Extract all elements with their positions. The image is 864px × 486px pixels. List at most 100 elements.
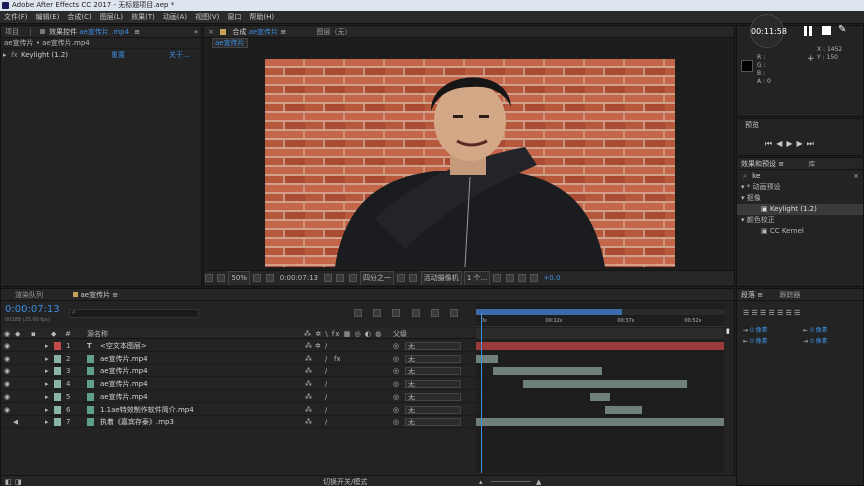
quality-switch-icon[interactable]: / — [325, 378, 327, 390]
shy-icon[interactable] — [392, 309, 401, 317]
expand-arrow-icon[interactable]: ▸ — [45, 404, 49, 416]
tab-effects-presets[interactable]: 效果和预设 ≡ — [737, 158, 788, 169]
source-name-header[interactable]: 源名称 — [87, 328, 108, 340]
indent-right-value[interactable]: 0 像素 — [810, 327, 828, 334]
panel-expand-icon[interactable]: » — [194, 26, 201, 37]
eye-icon[interactable]: ◉ — [4, 340, 10, 352]
expand-arrow-icon[interactable]: ▸ — [45, 378, 49, 390]
next-frame-icon[interactable]: ▶ — [797, 139, 807, 148]
parent-dropdown[interactable]: 无 — [405, 418, 461, 427]
align-left-icon[interactable]: ☰ — [743, 309, 749, 317]
layer-name[interactable]: <空文本图层> — [100, 340, 147, 352]
comp-button-icon[interactable]: ▮ — [726, 327, 730, 335]
region-icon[interactable] — [265, 274, 274, 282]
tab-layer[interactable]: 图层（无） — [313, 26, 356, 37]
effects-list-item[interactable]: ▣ CC Kernel — [737, 226, 863, 237]
layer-duration-bar[interactable] — [476, 418, 724, 427]
layer-row[interactable]: ◉ ▸ 5 ae宣传片.mp4 ⁂ / ◎ 无 — [1, 391, 475, 403]
speaker-icon[interactable]: ◀ — [13, 416, 18, 428]
frame-blend-icon[interactable] — [411, 309, 420, 317]
menu-item[interactable]: 动画(A) — [159, 11, 191, 24]
search-input[interactable]: ke — [749, 172, 760, 180]
align-right-icon[interactable]: ☰ — [760, 309, 766, 317]
expand-arrow-icon[interactable]: ▸ — [45, 353, 49, 365]
layer-duration-bar[interactable] — [590, 392, 610, 401]
comp-timecode[interactable]: 0:00:07:13 — [277, 274, 321, 282]
label-color-swatch[interactable] — [54, 342, 61, 350]
effects-list-item[interactable]: ▾ 抠像 — [737, 193, 863, 204]
toggle-mask-icon[interactable] — [205, 274, 213, 282]
parent-dropdown[interactable]: 无 — [405, 392, 461, 401]
flowchart-icon[interactable] — [505, 274, 514, 282]
eye-icon[interactable]: ◉ — [4, 365, 10, 377]
monitor-icon[interactable] — [217, 274, 226, 282]
layer-row[interactable]: ◉ ▸ 4 ae宣传片.mp4 ⁂ / ◎ 无 — [1, 378, 475, 391]
shy-switch-icon[interactable]: ⁂ — [305, 391, 312, 403]
layout-icon[interactable] — [493, 274, 502, 282]
reset-link[interactable]: 重置 — [111, 49, 125, 61]
show-snapshot-icon[interactable] — [336, 274, 345, 282]
parent-pickwhip-icon[interactable]: ◎ — [393, 353, 399, 365]
shy-switch-icon[interactable]: ⁂ — [305, 340, 312, 352]
toggle-panel-icon[interactable]: ◧ — [5, 476, 12, 486]
justify-all-icon[interactable]: ☰ — [794, 309, 800, 317]
expand-arrow-icon[interactable]: ▸ — [45, 365, 49, 377]
parent-pickwhip-icon[interactable]: ◎ — [393, 404, 399, 416]
zoom-dropdown[interactable]: 50% — [228, 271, 251, 285]
tab-effect-controls[interactable]: 效果控件 ae宣传片 .mp4 ≡ — [38, 26, 144, 37]
zoom-slider[interactable] — [491, 481, 531, 482]
about-link[interactable]: 关于... — [169, 49, 190, 61]
parent-dropdown[interactable]: 无 — [405, 342, 461, 350]
composition-flow-icon[interactable] — [354, 309, 362, 317]
pen-icon[interactable]: ✎ — [838, 24, 846, 35]
parent-pickwhip-icon[interactable]: ◎ — [393, 365, 399, 377]
parent-dropdown[interactable]: 无 — [405, 405, 461, 414]
justify-center-icon[interactable]: ☰ — [777, 309, 783, 317]
shy-switch-icon[interactable]: ⁂ — [305, 404, 312, 416]
label-color-swatch[interactable] — [54, 405, 61, 414]
tab-timeline-comp[interactable]: ae宣传片 ≡ — [69, 289, 122, 300]
parent-pickwhip-icon[interactable]: ◎ — [393, 378, 399, 390]
shy-switch-icon[interactable]: ⁂ — [305, 353, 312, 365]
zoom-out-icon[interactable]: ▴ — [479, 476, 483, 486]
parent-pickwhip-icon[interactable]: ◎ — [393, 340, 399, 352]
fx-switch-icon[interactable]: fx — [334, 353, 341, 365]
close-icon[interactable]: × — [204, 26, 218, 37]
parent-header[interactable]: 父级 — [393, 328, 407, 340]
fx-icon[interactable]: fx — [11, 49, 18, 61]
layer-name[interactable]: ae宣传片.mp4 — [100, 391, 148, 403]
parent-dropdown[interactable]: 无 — [405, 380, 461, 389]
last-frame-icon[interactable]: ⏭ — [807, 139, 818, 148]
play-icon[interactable]: ▶ — [786, 139, 796, 148]
menu-item[interactable]: 窗口 — [223, 11, 245, 24]
grid-icon[interactable] — [253, 274, 262, 282]
toggle-switches-modes[interactable]: 切换开关/模式 — [323, 476, 367, 486]
tab-tracker[interactable]: 跟踪器 — [775, 289, 804, 300]
shy-switch-icon[interactable]: ⁂ — [305, 416, 312, 428]
layer-row[interactable]: ◉ ▸ 6 1.1ae特效制作软件简介.mp4 ⁂ / ◎ 无 — [1, 404, 475, 416]
label-color-swatch[interactable] — [54, 418, 61, 427]
eye-icon[interactable]: ◉ — [4, 378, 10, 390]
collapse-switch-icon[interactable]: ✲ — [315, 340, 321, 352]
indent-left-value[interactable]: 0 像素 — [750, 327, 768, 334]
roi-icon[interactable] — [397, 274, 406, 282]
layer-name[interactable]: ae宣传片.mp4 — [100, 365, 148, 377]
eye-icon[interactable]: ◉ — [4, 391, 10, 403]
label-color-swatch[interactable] — [54, 380, 61, 389]
resolution-dropdown[interactable]: 四分之一 — [359, 271, 394, 285]
justify-right-icon[interactable]: ☰ — [786, 309, 792, 317]
video-frame[interactable] — [265, 59, 675, 267]
tab-composition[interactable]: 合成 ae宣传片 ≡ — [228, 26, 290, 37]
toggle-transfer-icon[interactable]: ◨ — [15, 476, 22, 486]
parent-dropdown[interactable]: 无 — [405, 354, 461, 363]
quality-switch-icon[interactable]: / — [325, 353, 327, 365]
draft-3d-icon[interactable] — [373, 309, 382, 317]
timeline-timecode[interactable]: 0:00:07:13 — [5, 304, 60, 315]
menu-item[interactable]: 编辑(E) — [32, 11, 64, 24]
pause-icon[interactable] — [804, 26, 812, 36]
motion-blur-icon[interactable] — [430, 309, 439, 317]
camera-dropdown[interactable]: 活动摄像机 — [420, 271, 462, 285]
menu-item[interactable]: 视图(V) — [191, 11, 223, 24]
recording-timer[interactable]: 00:11:58 — [750, 14, 787, 48]
tab-project[interactable]: 项目 — [1, 26, 23, 37]
